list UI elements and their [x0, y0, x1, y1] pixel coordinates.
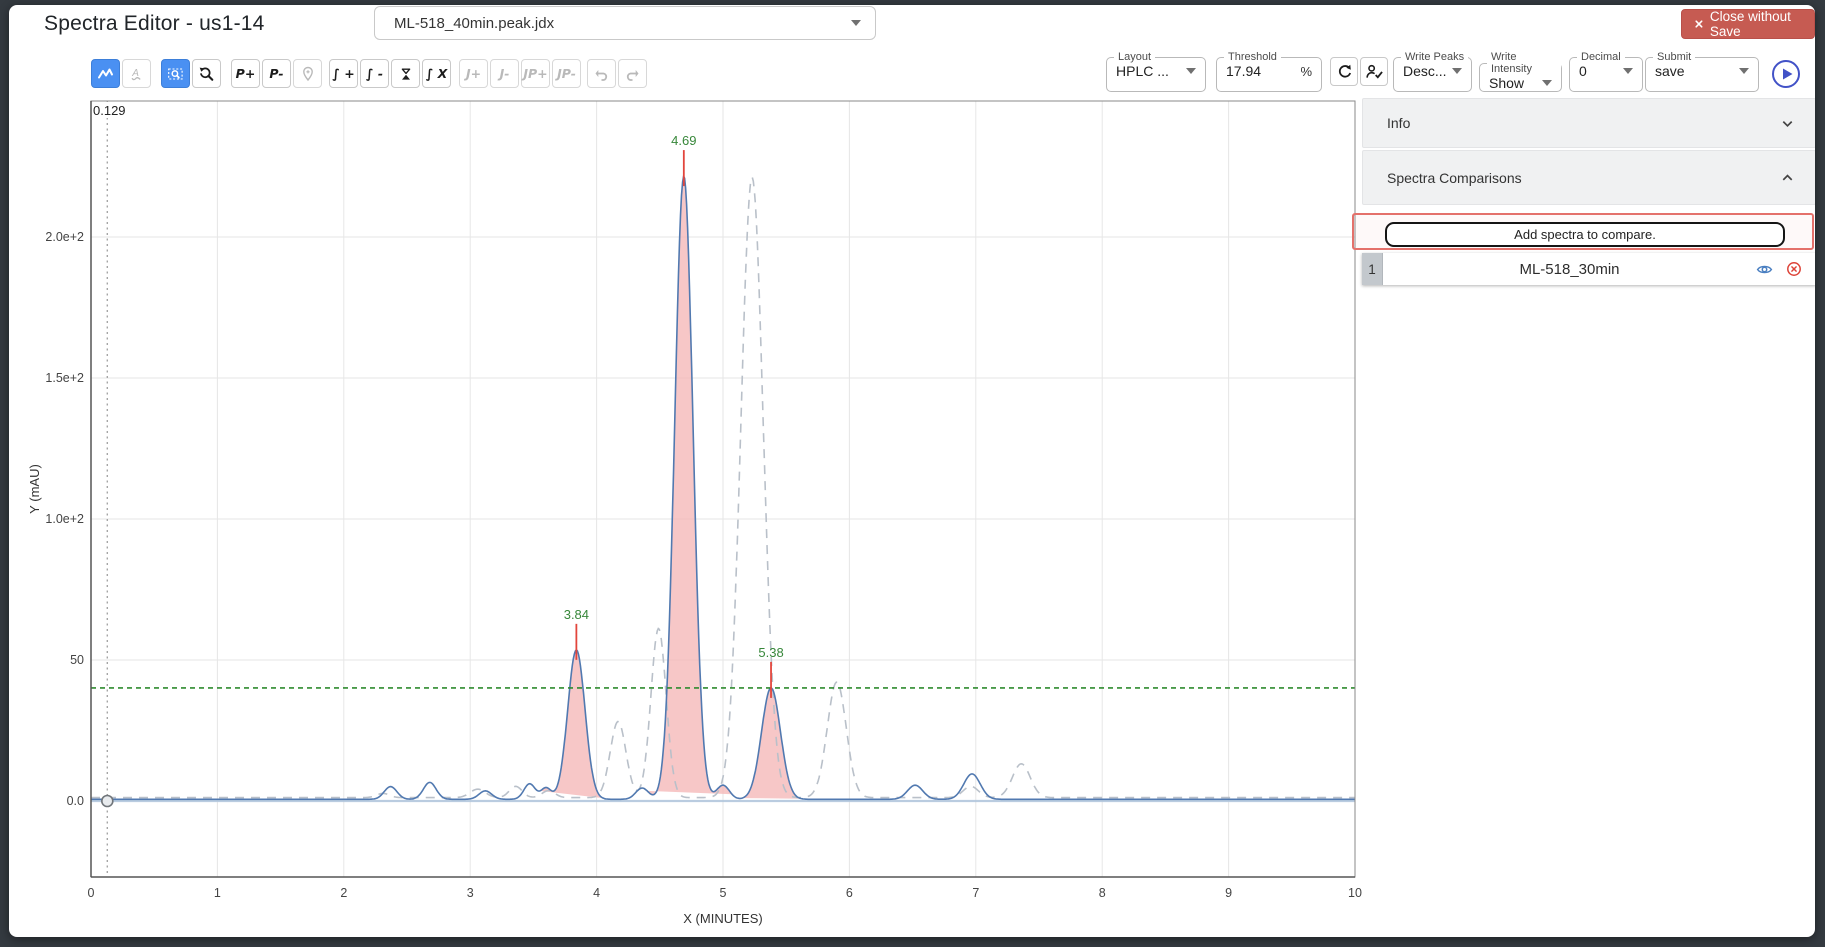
chevron-down-icon — [1780, 116, 1795, 131]
svg-text:1.0e+2: 1.0e+2 — [45, 512, 84, 526]
add-spectra-button[interactable]: Add spectra to compare. — [1385, 222, 1785, 247]
remove-comparison-button[interactable] — [1786, 261, 1802, 277]
svg-text:0.0: 0.0 — [67, 794, 84, 808]
section-info-label: Info — [1387, 115, 1410, 131]
svg-text:1.5e+2: 1.5e+2 — [45, 371, 84, 385]
svg-text:7: 7 — [972, 886, 979, 900]
svg-text:10: 10 — [1348, 886, 1362, 900]
cursor-value-label: 0.129 — [93, 103, 126, 118]
peak-label: 4.69 — [671, 133, 696, 148]
svg-text:2.0e+2: 2.0e+2 — [45, 230, 84, 244]
svg-text:0: 0 — [88, 886, 95, 900]
plot-area[interactable]: 0.129 3.84 4.69 5.38 0 1 2 3 4 5 6 7 8 9 10 0.0 50 1.0e+2… — [27, 101, 1362, 926]
peak-label: 5.38 — [758, 645, 783, 660]
svg-text:50: 50 — [70, 653, 84, 667]
x-axis-title: X (MINUTES) — [683, 911, 762, 926]
section-info-header[interactable]: Info — [1362, 98, 1815, 148]
eye-icon — [1756, 261, 1773, 278]
svg-text:2: 2 — [340, 886, 347, 900]
visibility-eye-button[interactable] — [1756, 261, 1773, 278]
y-axis-title: Y (mAU) — [27, 464, 42, 514]
comparison-row: 1 ML-518_30min — [1362, 253, 1815, 285]
chevron-up-icon — [1780, 170, 1795, 185]
integration-fills — [540, 176, 802, 799]
svg-text:8: 8 — [1099, 886, 1106, 900]
section-comparisons-header[interactable]: Spectra Comparisons — [1362, 150, 1815, 205]
section-comparisons-label: Spectra Comparisons — [1387, 170, 1522, 186]
svg-text:5: 5 — [720, 886, 727, 900]
cursor-handle[interactable] — [102, 796, 113, 807]
comparison-index-badge: 1 — [1362, 253, 1383, 285]
comparison-name: ML-518_30min — [1383, 253, 1756, 285]
svg-text:9: 9 — [1225, 886, 1232, 900]
app-card: Spectra Editor - us1-14 ML-518_40min.pea… — [9, 5, 1815, 937]
svg-text:3: 3 — [467, 886, 474, 900]
side-panel: Info Spectra Comparisons Add spectra to … — [1362, 98, 1815, 205]
svg-text:1: 1 — [214, 886, 221, 900]
comparison-actions — [1756, 253, 1815, 285]
peak-label: 3.84 — [564, 607, 589, 622]
window-background: Spectra Editor - us1-14 ML-518_40min.pea… — [0, 0, 1825, 947]
circle-x-icon — [1786, 261, 1802, 277]
svg-text:4: 4 — [593, 886, 600, 900]
gridlines — [91, 101, 1355, 877]
svg-text:6: 6 — [846, 886, 853, 900]
